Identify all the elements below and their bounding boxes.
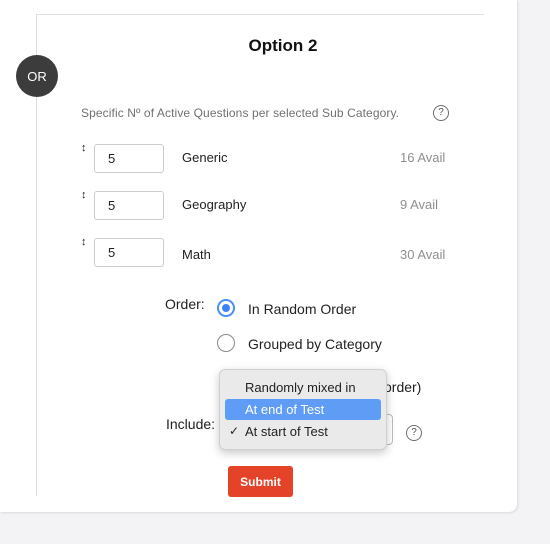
quantity-input-generic[interactable] (94, 144, 164, 173)
sort-icon[interactable]: ↕ (81, 237, 87, 248)
help-icon[interactable]: ? (406, 425, 422, 441)
or-badge: OR (16, 55, 58, 97)
radio-label-grouped[interactable]: Grouped by Category (248, 336, 382, 352)
avail-count: 9 Avail (400, 197, 439, 212)
submit-button[interactable]: Submit (228, 466, 293, 497)
dropdown-option-randomly-mixed[interactable]: Randomly mixed in (225, 377, 381, 398)
include-label: Include: (166, 416, 216, 432)
option-card: OR Option 2 Specific Nº of Active Questi… (0, 0, 517, 512)
sort-icon[interactable]: ↕ (81, 143, 87, 154)
obscured-option-text: order) (384, 379, 422, 395)
order-label: Order: (165, 296, 205, 312)
quantity-input-math[interactable] (94, 238, 164, 267)
option-label: At end of Test (245, 402, 325, 417)
radio-grouped-by-category[interactable] (217, 334, 235, 352)
category-label: Generic (182, 150, 228, 165)
avail-count: 30 Avail (400, 247, 446, 262)
option-title: Option 2 (248, 36, 318, 55)
avail-count: 16 Avail (400, 150, 446, 165)
option-label: Randomly mixed in (245, 380, 356, 395)
checkmark-icon: ✓ (229, 424, 240, 438)
top-divider (37, 14, 484, 15)
dropdown-option-start-of-test[interactable]: ✓ At start of Test (225, 421, 381, 442)
quantity-input-geography[interactable] (94, 191, 164, 220)
help-icon[interactable]: ? (433, 105, 449, 121)
category-label: Geography (182, 197, 247, 212)
description-text: Specific Nº of Active Questions per sele… (81, 106, 400, 120)
option-label: At start of Test (245, 424, 328, 439)
radio-label-random-order[interactable]: In Random Order (248, 301, 356, 317)
sort-icon[interactable]: ↕ (81, 190, 87, 201)
category-label: Math (182, 247, 211, 262)
include-dropdown-menu: Randomly mixed in At end of Test ✓ At st… (219, 369, 387, 450)
dropdown-option-end-of-test[interactable]: At end of Test (225, 399, 381, 420)
radio-random-order[interactable] (217, 299, 235, 317)
